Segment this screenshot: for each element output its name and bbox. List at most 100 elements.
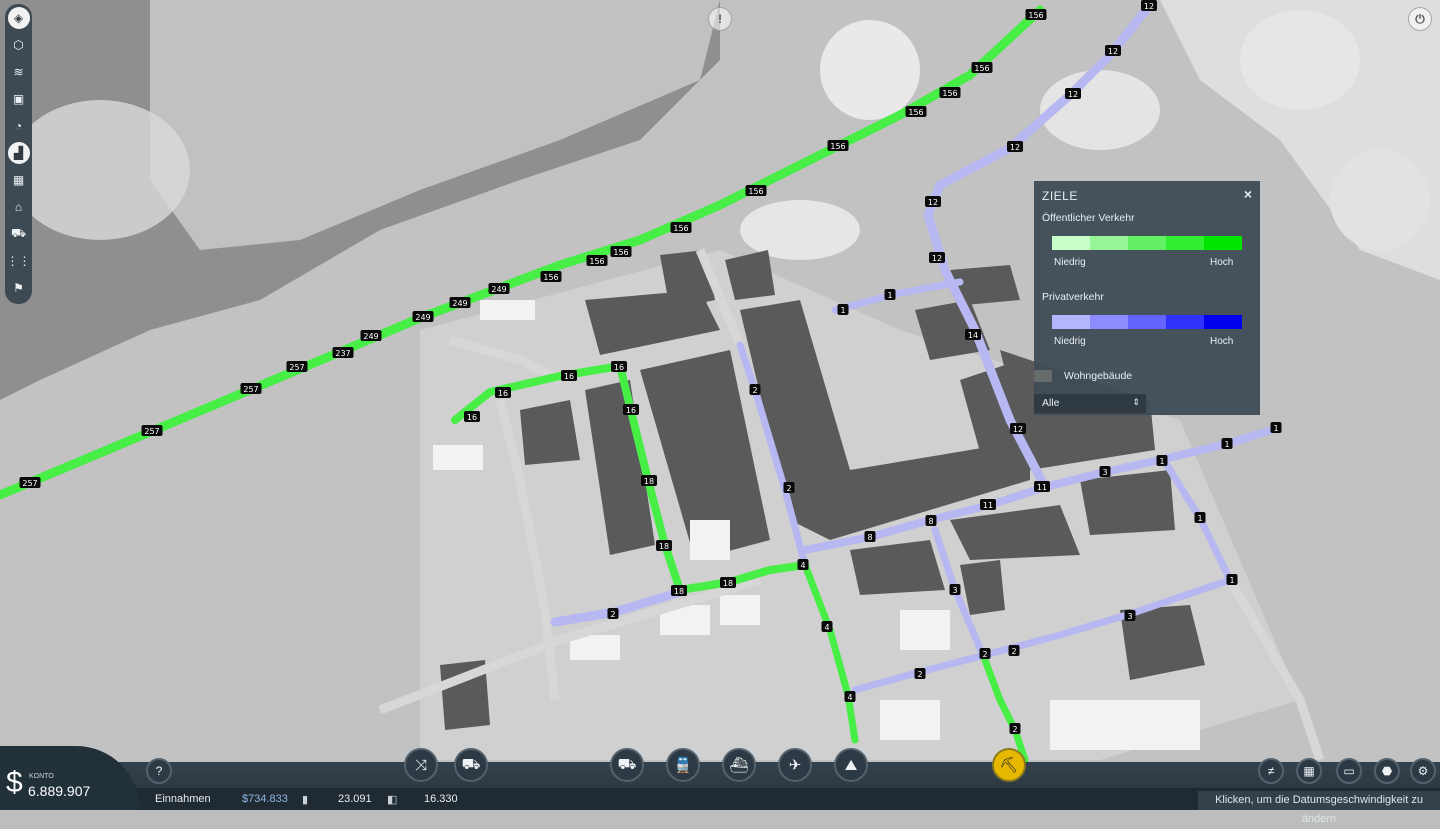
traffic-count-label: 4 (821, 621, 833, 632)
toolbar-layer-button-icon[interactable]: ▟ (7, 142, 30, 164)
traffic-count-label: 11 (980, 499, 996, 510)
svg-text:12: 12 (1108, 47, 1118, 56)
toolbar-layer-button-icon[interactable]: ◈ (7, 7, 30, 29)
tree-cluster (820, 20, 920, 120)
date-speed-hint[interactable]: Klicken, um die Datumsgeschwindigkeit zu… (1198, 791, 1440, 825)
traffic-count-label: 18 (671, 585, 687, 596)
svg-text:156: 156 (1028, 11, 1043, 20)
rail-button[interactable]: 🚆 (666, 748, 700, 782)
svg-text:257: 257 (243, 385, 258, 394)
bulldoze-button[interactable]: ⛏ (992, 748, 1026, 782)
svg-text:12: 12 (928, 198, 938, 207)
tree-cluster (1240, 10, 1360, 110)
close-icon[interactable]: × (1244, 186, 1252, 202)
svg-text:18: 18 (723, 579, 733, 588)
account-value: 6.889.907 (28, 783, 91, 799)
svg-text:4: 4 (800, 561, 805, 570)
svg-text:156: 156 (908, 108, 923, 117)
toolbar-layer-button-icon[interactable]: ⬡ (8, 34, 30, 56)
traffic-count-label: 2 (914, 668, 926, 679)
traffic-count-label: 3 (1124, 610, 1136, 621)
toolbar-layer-button-icon[interactable]: ◔ (8, 115, 30, 137)
filter-select-value: Alle (1042, 397, 1060, 409)
toolbar-layer-button-icon[interactable]: ⋮⋮ (7, 250, 31, 272)
traffic-count-label: 16 (561, 370, 577, 381)
right-tool-button-3[interactable]: ▭ (1336, 758, 1362, 784)
traffic-count-label: 156 (540, 271, 562, 282)
population-value: 23.091 (338, 793, 372, 805)
traffic-count-label: 156 (586, 255, 608, 266)
svg-text:1: 1 (1273, 424, 1278, 433)
terrain-button[interactable]: ⛰ (834, 748, 868, 782)
account-label: KONTO (29, 773, 54, 780)
public-high-label: Hoch (1210, 257, 1234, 268)
left-toolbar: ◈ ⬡ ≋ ▣ ◔ ▟ ▦ ⌂ ⛟ ⋮⋮ ⚑ (5, 4, 32, 304)
public-low-label: Niedrig (1054, 257, 1086, 268)
air-button[interactable]: ✈ (778, 748, 812, 782)
traffic-count-label: 1 (1194, 512, 1206, 523)
right-tool-button-1[interactable]: ≠ (1258, 758, 1284, 784)
svg-text:12: 12 (1010, 143, 1020, 152)
toolbar-layer-button-icon[interactable]: ≋ (8, 61, 30, 83)
alert-icon[interactable]: ! (708, 7, 732, 31)
traffic-count-label: 156 (745, 185, 767, 196)
right-tool-button-2[interactable]: ▦ (1296, 758, 1322, 784)
svg-text:18: 18 (674, 587, 684, 596)
bulldozer-icon: ⛏ (999, 757, 1019, 774)
right-tool-button-4[interactable]: ⬣ (1374, 758, 1400, 784)
vehicle-depot-button[interactable]: ⛟ (454, 748, 488, 782)
svg-text:12: 12 (1144, 2, 1154, 11)
traffic-count-label: 1 (884, 289, 896, 300)
svg-text:257: 257 (289, 363, 304, 372)
svg-text:16: 16 (626, 406, 636, 415)
ramp-step (1128, 315, 1166, 329)
svg-text:2: 2 (752, 386, 757, 395)
help-button[interactable]: ? (146, 758, 172, 784)
traffic-count-label: 16 (495, 387, 511, 398)
traffic-count-label: 14 (965, 329, 981, 340)
ship-icon: ⛴ (729, 757, 749, 774)
water-button[interactable]: ⛴ (722, 748, 756, 782)
route-shuffle-button[interactable]: ⤨ (404, 748, 438, 782)
svg-text:3: 3 (952, 586, 957, 595)
traffic-count-label: 156 (939, 87, 961, 98)
bus-depot-icon: ⛟ (461, 755, 481, 773)
svg-text:8: 8 (867, 533, 872, 542)
building-icon: ⬣ (1381, 764, 1393, 778)
svg-text:2: 2 (786, 484, 791, 493)
svg-text:16: 16 (498, 389, 508, 398)
power-icon[interactable]: ⏻ (1408, 7, 1432, 31)
toolbar-layer-button-icon[interactable]: ⚑ (8, 277, 30, 299)
ramp-step (1128, 236, 1166, 250)
traffic-count-label: 12 (1065, 88, 1081, 99)
traffic-count-label: 18 (641, 475, 657, 486)
filter-select[interactable]: Alle ⇕ (1034, 394, 1146, 413)
traffic-count-label: 3 (949, 584, 961, 595)
traffic-count-label: 1 (1226, 574, 1238, 585)
select-arrows-icon: ⇕ (1132, 397, 1140, 407)
traffic-count-label: 12 (929, 252, 945, 263)
traffic-count-label: 2 (607, 608, 619, 619)
tree-cluster (1330, 150, 1430, 250)
private-low-label: Niedrig (1054, 336, 1086, 347)
toolbar-layer-button-icon[interactable]: ▣ (8, 88, 30, 110)
svg-text:156: 156 (748, 187, 763, 196)
svg-text:257: 257 (144, 427, 159, 436)
traffic-count-label: 1 (1221, 438, 1233, 449)
svg-text:3: 3 (1102, 468, 1107, 477)
right-tool-button-5[interactable]: ⚙ (1410, 758, 1436, 784)
svg-text:2: 2 (1011, 647, 1016, 656)
svg-text:11: 11 (1037, 483, 1047, 492)
road-vehicle-button[interactable]: ⛟ (610, 748, 644, 782)
toolbar-layer-button-icon[interactable]: ⛟ (8, 223, 30, 245)
traffic-count-label: 18 (720, 577, 736, 588)
svg-text:249: 249 (415, 313, 430, 322)
svg-text:1: 1 (1224, 440, 1229, 449)
traffic-count-label: 156 (670, 222, 692, 233)
svg-text:1: 1 (887, 291, 892, 300)
traffic-count-label: 12 (925, 196, 941, 207)
toolbar-layer-button-icon[interactable]: ⌂ (8, 196, 30, 218)
income-value: $734.833 (242, 793, 288, 805)
toolbar-layer-button-icon[interactable]: ▦ (8, 169, 30, 191)
plane-icon: ✈ (788, 757, 802, 774)
